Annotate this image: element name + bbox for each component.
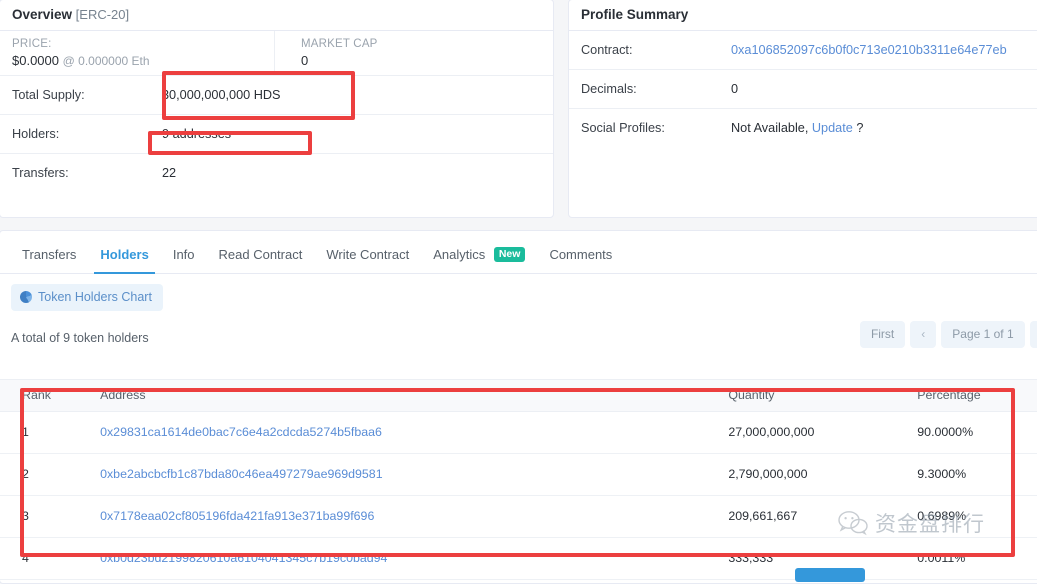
decimals-label: Decimals:: [581, 82, 637, 96]
total-supply-row: Total Supply: 30,000,000,000 HDS: [0, 76, 553, 115]
cell-quantity: 27,000,000,000: [728, 411, 918, 454]
pie-chart-icon: [20, 291, 32, 303]
table-row: 1 0x29831ca1614de0bac7c6e4a2cdcda5274b5f…: [0, 411, 1037, 454]
column-header-address: Address: [100, 379, 729, 412]
total-supply-label: Total Supply:: [12, 88, 85, 102]
holder-address-link[interactable]: 0x7178eaa02cf805196fda421fa913e371ba99f6…: [100, 509, 374, 523]
holder-address-link[interactable]: 0x29831ca1614de0bac7c6e4a2cdcda5274b5fba…: [100, 425, 382, 439]
profile-title: Profile Summary: [581, 7, 689, 22]
pagination-next-button[interactable]: [1029, 321, 1037, 348]
holders-table-wrap: Rank Address Quantity Percentage 1 0x298…: [0, 379, 1037, 580]
price-column: PRICE: $0.0000 @ 0.000000 Eth: [0, 31, 275, 75]
tab-info-label: Info: [172, 247, 195, 262]
cell-rank: 4: [0, 537, 101, 580]
cell-quantity: 2,790,000,000: [728, 453, 918, 496]
profile-header: Profile Summary: [569, 0, 1037, 31]
holders-label: Holders:: [12, 127, 60, 141]
contract-address-link[interactable]: 0xa106852097c6b0f0c713e0210b3311e64e77eb: [731, 43, 1016, 57]
tab-transfers-label: Transfers: [22, 247, 77, 262]
pagination-prev-button[interactable]: ‹: [910, 321, 937, 348]
decimals-row: Decimals: 0: [569, 70, 1037, 109]
cell-percentage: 0.6989%: [917, 495, 1037, 538]
table-row: 2 0xbe2abcbcfb1c87bda80c46ea497279ae969d…: [0, 453, 1037, 496]
holder-address-link[interactable]: 0xb0d23bd2199820610a6104041345c7b19c0bad…: [100, 551, 387, 565]
social-profiles-value-cell: Not Available, Update ?: [731, 109, 863, 147]
tab-bar: Transfers Holders Info Read Contract Wri…: [0, 231, 1037, 274]
contract-row: Contract: 0xa106852097c6b0f0c713e0210b33…: [569, 31, 1037, 70]
tab-holders[interactable]: Holders: [88, 237, 160, 274]
tab-comments-label: Comments: [549, 247, 613, 262]
pagination: First ‹ Page 1 of 1: [859, 321, 1037, 348]
tab-write-contract[interactable]: Write Contract: [314, 237, 421, 273]
transfers-value: 22: [162, 166, 177, 180]
price-market-row: PRICE: $0.0000 @ 0.000000 Eth MARKET CAP…: [0, 31, 553, 76]
social-help-marker: ?: [856, 121, 864, 135]
market-cap-label: MARKET CAP: [301, 38, 378, 50]
total-holders-text: A total of 9 token holders: [11, 331, 149, 345]
column-header-percentage: Percentage: [917, 379, 1037, 412]
top-summary-area: Overview [ERC-20] PRICE: $0.0000 @ 0.000…: [0, 0, 1037, 218]
bottom-primary-button[interactable]: [795, 568, 865, 582]
total-supply-value: 30,000,000,000 HDS: [162, 88, 281, 102]
overview-card: Overview [ERC-20] PRICE: $0.0000 @ 0.000…: [0, 0, 554, 218]
tab-analytics-label: Analytics: [433, 247, 486, 262]
price-eth-value: @ 0.000000 Eth: [62, 54, 150, 68]
tab-transfers[interactable]: Transfers: [10, 237, 88, 273]
contract-value-cell: 0xa106852097c6b0f0c713e0210b3311e64e77eb: [731, 31, 1016, 69]
social-profiles-value: Not Available,: [731, 121, 809, 135]
tab-comments[interactable]: Comments: [537, 237, 624, 273]
holders-value: 9 addresses: [162, 127, 232, 141]
token-holders-chart-button[interactable]: Token Holders Chart: [11, 284, 163, 311]
market-cap-value: 0: [301, 53, 309, 68]
new-badge: New: [493, 247, 526, 262]
pagination-page-info: Page 1 of 1: [941, 321, 1025, 348]
price-value-group: $0.0000 @ 0.000000 Eth: [12, 53, 274, 68]
profile-summary-card: Profile Summary Contract: 0xa106852097c6…: [568, 0, 1037, 218]
cell-quantity: 209,661,667: [728, 495, 918, 538]
table-header-row: Rank Address Quantity Percentage: [0, 379, 1037, 412]
tab-analytics[interactable]: Analytics New: [421, 237, 537, 273]
cell-address: 0xbe2abcbcfb1c87bda80c46ea497279ae969d95…: [100, 453, 729, 496]
overview-title: Overview: [12, 7, 73, 22]
cell-address: 0x7178eaa02cf805196fda421fa913e371ba99f6…: [100, 495, 729, 538]
column-header-quantity: Quantity: [728, 379, 918, 412]
pagination-first-button[interactable]: First: [859, 321, 906, 348]
transfers-label: Transfers:: [12, 166, 69, 180]
price-label: PRICE:: [12, 38, 52, 50]
holders-table-head: Rank Address Quantity Percentage: [0, 379, 1037, 412]
holders-table: Rank Address Quantity Percentage 1 0x298…: [0, 379, 1037, 580]
market-cap-column: MARKET CAP 0: [275, 31, 378, 75]
cell-percentage: 9.3000%: [917, 453, 1037, 496]
column-header-rank: Rank: [0, 379, 101, 412]
cell-rank: 3: [0, 495, 101, 538]
table-row: 3 0x7178eaa02cf805196fda421fa913e371ba99…: [0, 495, 1037, 538]
tab-write-contract-label: Write Contract: [326, 247, 410, 262]
holders-row: Holders: 9 addresses: [0, 115, 553, 154]
cell-percentage: 0.0011%: [917, 537, 1037, 580]
overview-subtitle: [ERC-20]: [75, 7, 130, 22]
cell-rank: 2: [0, 453, 101, 496]
social-profiles-label: Social Profiles:: [581, 121, 665, 135]
cell-rank: 1: [0, 411, 101, 454]
cell-address: 0xb0d23bd2199820610a6104041345c7b19c0bad…: [100, 537, 729, 580]
tab-read-contract-label: Read Contract: [218, 247, 303, 262]
table-row: 4 0xb0d23bd2199820610a6104041345c7b19c0b…: [0, 537, 1037, 580]
social-profiles-row: Social Profiles: Not Available, Update ?: [569, 109, 1037, 147]
transfers-row: Transfers: 22: [0, 154, 553, 192]
decimals-value: 0: [731, 82, 739, 96]
token-holders-chart-label: Token Holders Chart: [38, 290, 152, 304]
holder-address-link[interactable]: 0xbe2abcbcfb1c87bda80c46ea497279ae969d95…: [100, 467, 383, 481]
tab-info[interactable]: Info: [161, 237, 207, 273]
contract-label: Contract:: [581, 43, 633, 57]
overview-header: Overview [ERC-20]: [0, 0, 553, 31]
cell-percentage: 90.0000%: [917, 411, 1037, 454]
cell-address: 0x29831ca1614de0bac7c6e4a2cdcda5274b5fba…: [100, 411, 729, 454]
social-update-link[interactable]: Update: [812, 121, 853, 135]
tab-read-contract[interactable]: Read Contract: [207, 237, 315, 273]
price-value: $0.0000: [12, 53, 59, 68]
holders-panel-card: Transfers Holders Info Read Contract Wri…: [0, 230, 1037, 584]
holders-table-body: 1 0x29831ca1614de0bac7c6e4a2cdcda5274b5f…: [0, 411, 1037, 580]
tab-holders-label: Holders: [100, 247, 149, 262]
